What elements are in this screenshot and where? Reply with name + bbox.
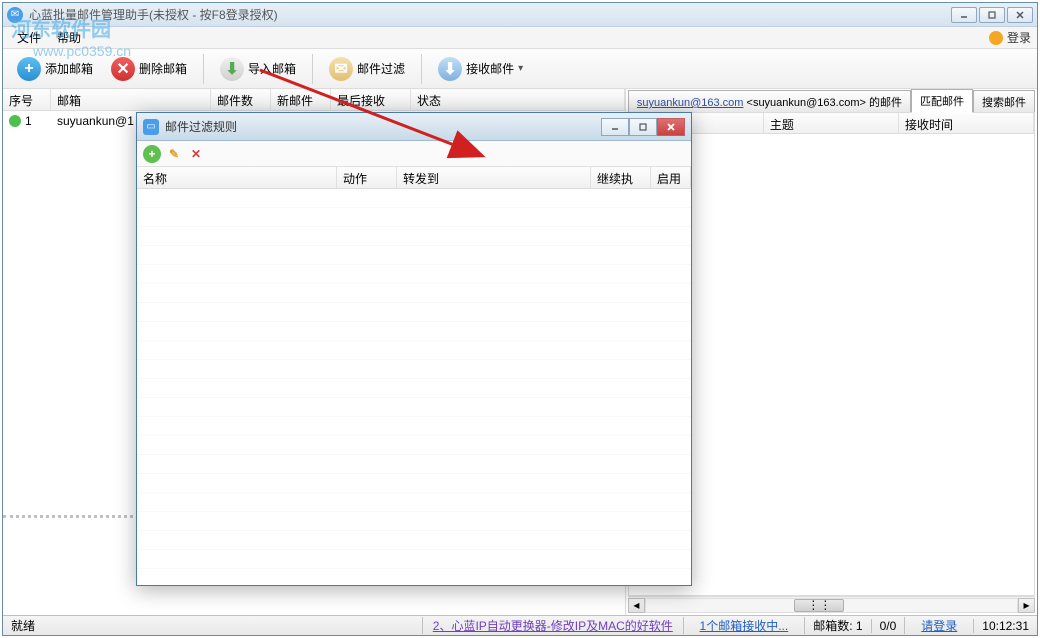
horizontal-scrollbar[interactable]: ◂ ⋮⋮ ▸ [628, 596, 1035, 613]
menu-bar: 文件 帮助 登录 [3, 27, 1037, 49]
delete-rule-button[interactable]: ✕ [187, 145, 205, 163]
status-dot-icon [9, 115, 21, 127]
maximize-button[interactable] [979, 7, 1005, 23]
receive-mail-button[interactable]: ⬇ 接收邮件 ▾ [432, 53, 529, 85]
row-num: 1 [25, 114, 32, 128]
col-subject[interactable]: 主题 [764, 113, 899, 133]
col-status[interactable]: 状态 [411, 89, 625, 110]
import-mailbox-button[interactable]: ⬇ 导入邮箱 [214, 53, 302, 85]
tab-account-mail[interactable]: suyuankun@163.com <suyuankun@163.com> 的邮… [628, 90, 911, 113]
col-num[interactable]: 序号 [3, 89, 51, 110]
col-new[interactable]: 新邮件 [271, 89, 331, 110]
dialog-maximize-button[interactable] [629, 118, 657, 136]
dialog-icon: ▭ [143, 119, 159, 135]
delete-mailbox-label: 删除邮箱 [139, 60, 187, 77]
dialog-title: 邮件过滤规则 [165, 118, 601, 135]
scrollbar-thumb[interactable]: ⋮⋮ [794, 599, 844, 612]
rules-grid-body [137, 189, 691, 585]
x-icon: ✕ [111, 57, 135, 81]
status-time: 10:12:31 [973, 619, 1037, 633]
receive-mail-label: 接收邮件 [466, 60, 514, 77]
import-icon: ⬇ [220, 57, 244, 81]
menu-file[interactable]: 文件 [9, 27, 49, 48]
app-icon: ✉ [7, 7, 23, 23]
col-recv-time[interactable]: 接收时间 [899, 113, 1034, 133]
dialog-toolbar: + ✎ ✕ [137, 141, 691, 167]
edit-rule-button[interactable]: ✎ [165, 145, 183, 163]
col-count[interactable]: 邮件数 [211, 89, 271, 110]
status-mailbox-count: 邮箱数: 1 [804, 617, 870, 634]
tab-account-email: suyuankun@163.com [637, 97, 744, 109]
rule-col-forward[interactable]: 转发到 [397, 167, 591, 188]
dialog-close-button[interactable] [657, 118, 685, 136]
toolbar-separator [312, 54, 313, 84]
menu-help[interactable]: 帮助 [49, 27, 89, 48]
dialog-title-bar[interactable]: ▭ 邮件过滤规则 [137, 113, 691, 141]
tab-account-suffix: 的邮件 [869, 97, 902, 109]
plus-icon: + [17, 57, 41, 81]
status-please-login[interactable]: 请登录 [913, 619, 965, 633]
status-ready: 就绪 [3, 617, 423, 634]
tab-search-mail[interactable]: 搜索邮件 [973, 90, 1035, 113]
window-controls [951, 7, 1033, 23]
scrollbar-track[interactable]: ⋮⋮ [645, 598, 1018, 613]
filter-rules-dialog: ▭ 邮件过滤规则 + ✎ ✕ 名称 动作 转发到 继续执行 启用 [136, 112, 692, 586]
close-button[interactable] [1007, 7, 1033, 23]
status-ratio: 0/0 [871, 619, 905, 633]
login-label: 登录 [1007, 29, 1031, 46]
row-num-cell: 1 [3, 114, 51, 128]
title-bar: ✉ 心蓝批量邮件管理助手(未授权 - 按F8登录授权) [3, 3, 1037, 27]
minimize-button[interactable] [951, 7, 977, 23]
rule-col-continue[interactable]: 继续执行 [591, 167, 651, 188]
dialog-minimize-button[interactable] [601, 118, 629, 136]
col-last[interactable]: 最后接收 [331, 89, 411, 110]
filter-mail-button[interactable]: ✉ 邮件过滤 [323, 53, 411, 85]
scroll-right-button[interactable]: ▸ [1018, 598, 1035, 613]
add-mailbox-label: 添加邮箱 [45, 60, 93, 77]
tabs-row: suyuankun@163.com <suyuankun@163.com> 的邮… [628, 91, 1035, 113]
user-icon [989, 31, 1003, 45]
window-title: 心蓝批量邮件管理助手(未授权 - 按F8登录授权) [29, 6, 951, 23]
status-ad-link[interactable]: 2、心蓝IP自动更换器-修改IP及MAC的好软件 [425, 619, 681, 633]
toolbar-separator [203, 54, 204, 84]
status-receiving[interactable]: 1个邮箱接收中... [692, 619, 797, 633]
tab-account-angle: <suyuankun@163.com> [747, 97, 866, 109]
rule-col-action[interactable]: 动作 [337, 167, 397, 188]
scroll-left-button[interactable]: ◂ [628, 598, 645, 613]
col-email[interactable]: 邮箱 [51, 89, 211, 110]
login-link[interactable]: 登录 [989, 29, 1031, 46]
add-rule-button[interactable]: + [143, 145, 161, 163]
delete-mailbox-button[interactable]: ✕ 删除邮箱 [105, 53, 193, 85]
rule-col-name[interactable]: 名称 [137, 167, 337, 188]
filter-mail-label: 邮件过滤 [357, 60, 405, 77]
mailbox-list-header: 序号 邮箱 邮件数 新邮件 最后接收 状态 [3, 89, 625, 111]
add-mailbox-button[interactable]: + 添加邮箱 [11, 53, 99, 85]
rules-grid-header: 名称 动作 转发到 继续执行 启用 [137, 167, 691, 189]
import-mailbox-label: 导入邮箱 [248, 60, 296, 77]
toolbar: + 添加邮箱 ✕ 删除邮箱 ⬇ 导入邮箱 ✉ 邮件过滤 ⬇ 接收邮件 ▾ [3, 49, 1037, 89]
filter-icon: ✉ [329, 57, 353, 81]
receive-icon: ⬇ [438, 57, 462, 81]
tab-matched-mail[interactable]: 匹配邮件 [911, 89, 973, 113]
rule-col-enable[interactable]: 启用 [651, 167, 691, 188]
status-bar: 就绪 2、心蓝IP自动更换器-修改IP及MAC的好软件 1个邮箱接收中... 邮… [3, 615, 1037, 635]
chevron-down-icon: ▾ [518, 63, 523, 74]
toolbar-separator [421, 54, 422, 84]
